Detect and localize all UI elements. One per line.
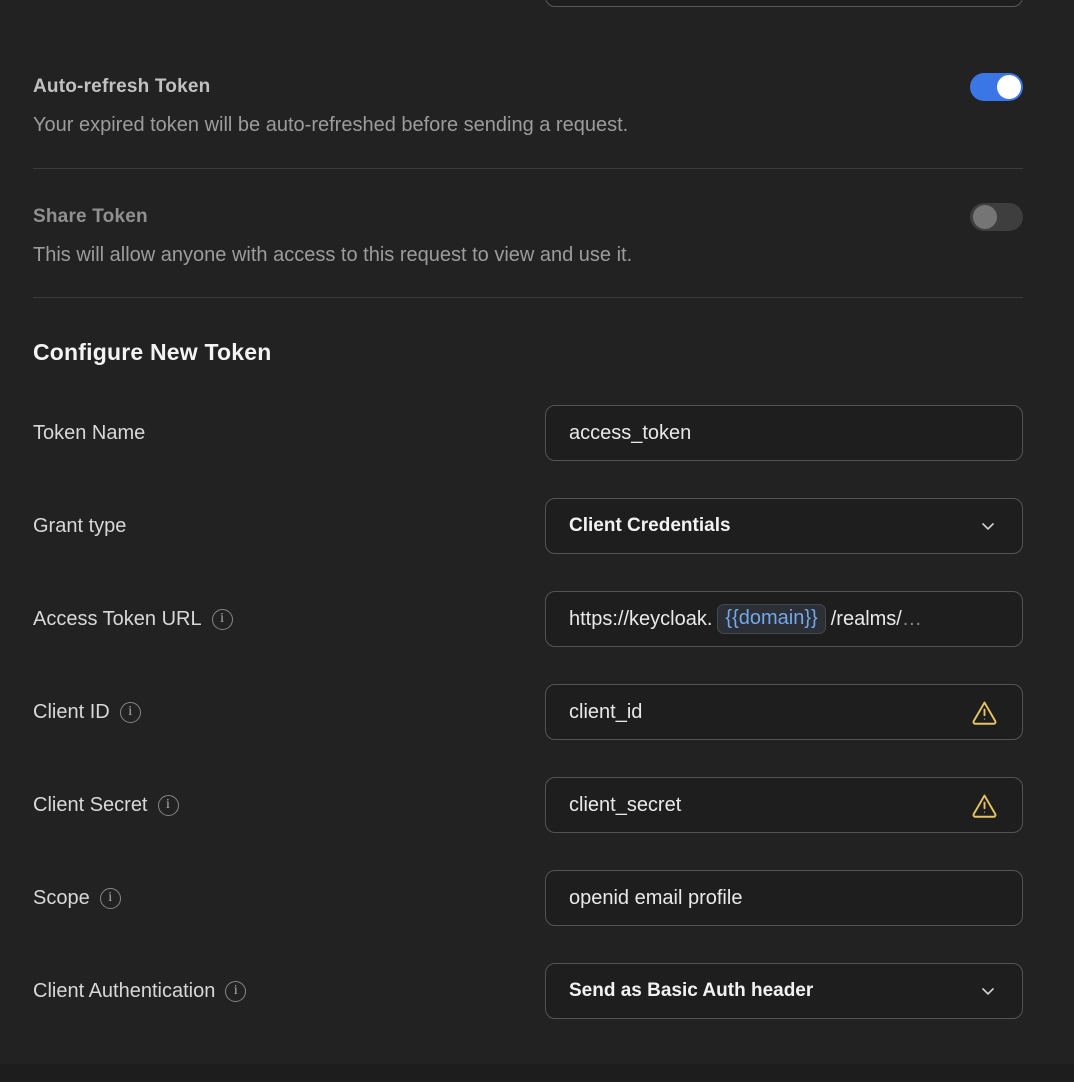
chevron-down-icon	[978, 981, 998, 1001]
environment-variable-pill[interactable]: {{domain}}	[717, 604, 825, 634]
access-token-url-row: Access Token URL i https://keycloak.{{do…	[33, 591, 1023, 647]
client-authentication-select[interactable]: Send as Basic Auth header	[545, 963, 1023, 1019]
client-id-label: Client ID i	[33, 701, 545, 724]
toggle-knob	[973, 205, 997, 229]
share-token-toggle[interactable]	[970, 203, 1023, 231]
client-id-row: Client ID i client_id	[33, 684, 1023, 740]
grant-type-select[interactable]: Client Credentials	[545, 498, 1023, 554]
share-token-section: Share Token This will allow anyone with …	[33, 169, 1023, 298]
scope-value: openid email profile	[569, 887, 742, 910]
toggle-knob	[997, 75, 1021, 99]
url-truncation-ellipsis: …	[902, 608, 923, 631]
info-icon[interactable]: i	[120, 702, 141, 723]
share-token-description: This will allow anyone with access to th…	[33, 242, 1023, 268]
info-icon[interactable]: i	[158, 795, 179, 816]
access-token-url-input[interactable]: https://keycloak.{{domain}} /realms/…	[545, 591, 1023, 647]
client-id-value: client_id	[569, 701, 642, 724]
client-id-input[interactable]: client_id	[545, 684, 1023, 740]
client-authentication-value: Send as Basic Auth header	[569, 980, 813, 1002]
token-name-row: Token Name access_token	[33, 405, 1023, 461]
token-name-value: access_token	[569, 422, 691, 445]
client-secret-label: Client Secret i	[33, 794, 545, 817]
info-icon[interactable]: i	[100, 888, 121, 909]
access-token-url-label: Access Token URL i	[33, 608, 545, 631]
auto-refresh-token-title: Auto-refresh Token	[33, 76, 210, 98]
client-authentication-row: Client Authentication i Send as Basic Au…	[33, 963, 1023, 1019]
client-secret-row: Client Secret i client_secret	[33, 777, 1023, 833]
grant-type-row: Grant type Client Credentials	[33, 498, 1023, 554]
auto-refresh-toggle[interactable]	[970, 73, 1023, 101]
window-bottom-edge	[0, 1064, 1074, 1082]
client-authentication-label: Client Authentication i	[33, 980, 545, 1003]
partial-input-above[interactable]	[545, 0, 1023, 7]
auto-refresh-description: Your expired token will be auto-refreshe…	[33, 112, 1023, 138]
info-icon[interactable]: i	[212, 609, 233, 630]
warning-icon	[971, 792, 998, 819]
token-name-input[interactable]: access_token	[545, 405, 1023, 461]
url-prefix: https://keycloak.	[569, 608, 712, 631]
chevron-down-icon	[978, 516, 998, 536]
client-secret-value: client_secret	[569, 794, 681, 817]
scope-label: Scope i	[33, 887, 545, 910]
auto-refresh-token-section: Auto-refresh Token Your expired token wi…	[33, 0, 1023, 169]
url-suffix: /realms/	[831, 608, 902, 631]
client-secret-input[interactable]: client_secret	[545, 777, 1023, 833]
auth-settings-panel: Auto-refresh Token Your expired token wi…	[0, 0, 1074, 1082]
grant-type-label: Grant type	[33, 515, 545, 538]
scope-input[interactable]: openid email profile	[545, 870, 1023, 926]
scope-row: Scope i openid email profile	[33, 870, 1023, 926]
info-icon[interactable]: i	[225, 981, 246, 1002]
grant-type-value: Client Credentials	[569, 515, 731, 537]
share-token-title: Share Token	[33, 206, 148, 228]
token-name-label: Token Name	[33, 422, 545, 445]
warning-icon	[971, 699, 998, 726]
token-form: Token Name access_token Grant type Clien…	[33, 405, 1023, 1019]
configure-new-token-heading: Configure New Token	[33, 339, 1023, 366]
